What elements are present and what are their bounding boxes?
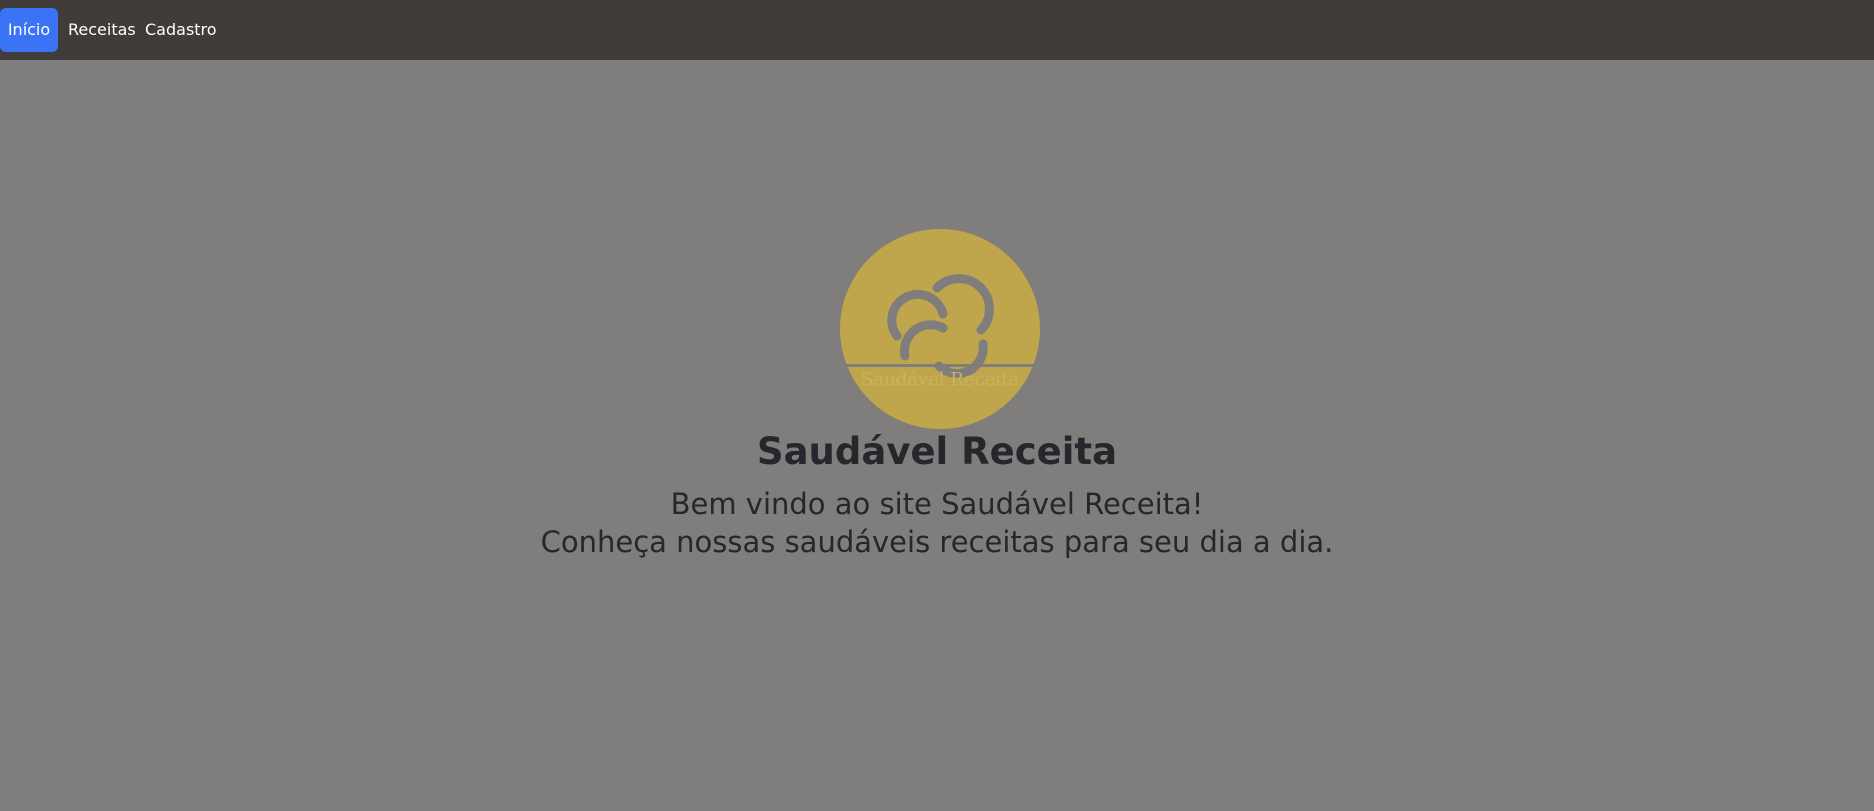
welcome-line-1: Bem vindo ao site Saudável Receita! [670, 487, 1204, 521]
page-title: Saudável Receita [756, 430, 1118, 473]
nav-link-inicio[interactable]: Início [0, 8, 58, 52]
logo-wordmark: Saudável Receita [861, 369, 1019, 390]
welcome-line-2: Conheça nossas saudáveis receitas para s… [540, 525, 1334, 559]
nav-link-receitas[interactable]: Receitas [68, 8, 136, 52]
top-navbar: Início Receitas Cadastro [0, 0, 1874, 60]
site-logo: Saudável Receita [839, 228, 1041, 430]
hero-section: Saudável Receita Saudável Receita Bem vi… [0, 60, 1874, 811]
nav-link-cadastro[interactable]: Cadastro [145, 8, 217, 52]
welcome-message: Bem vindo ao site Saudável Receita! Conh… [0, 485, 1874, 561]
